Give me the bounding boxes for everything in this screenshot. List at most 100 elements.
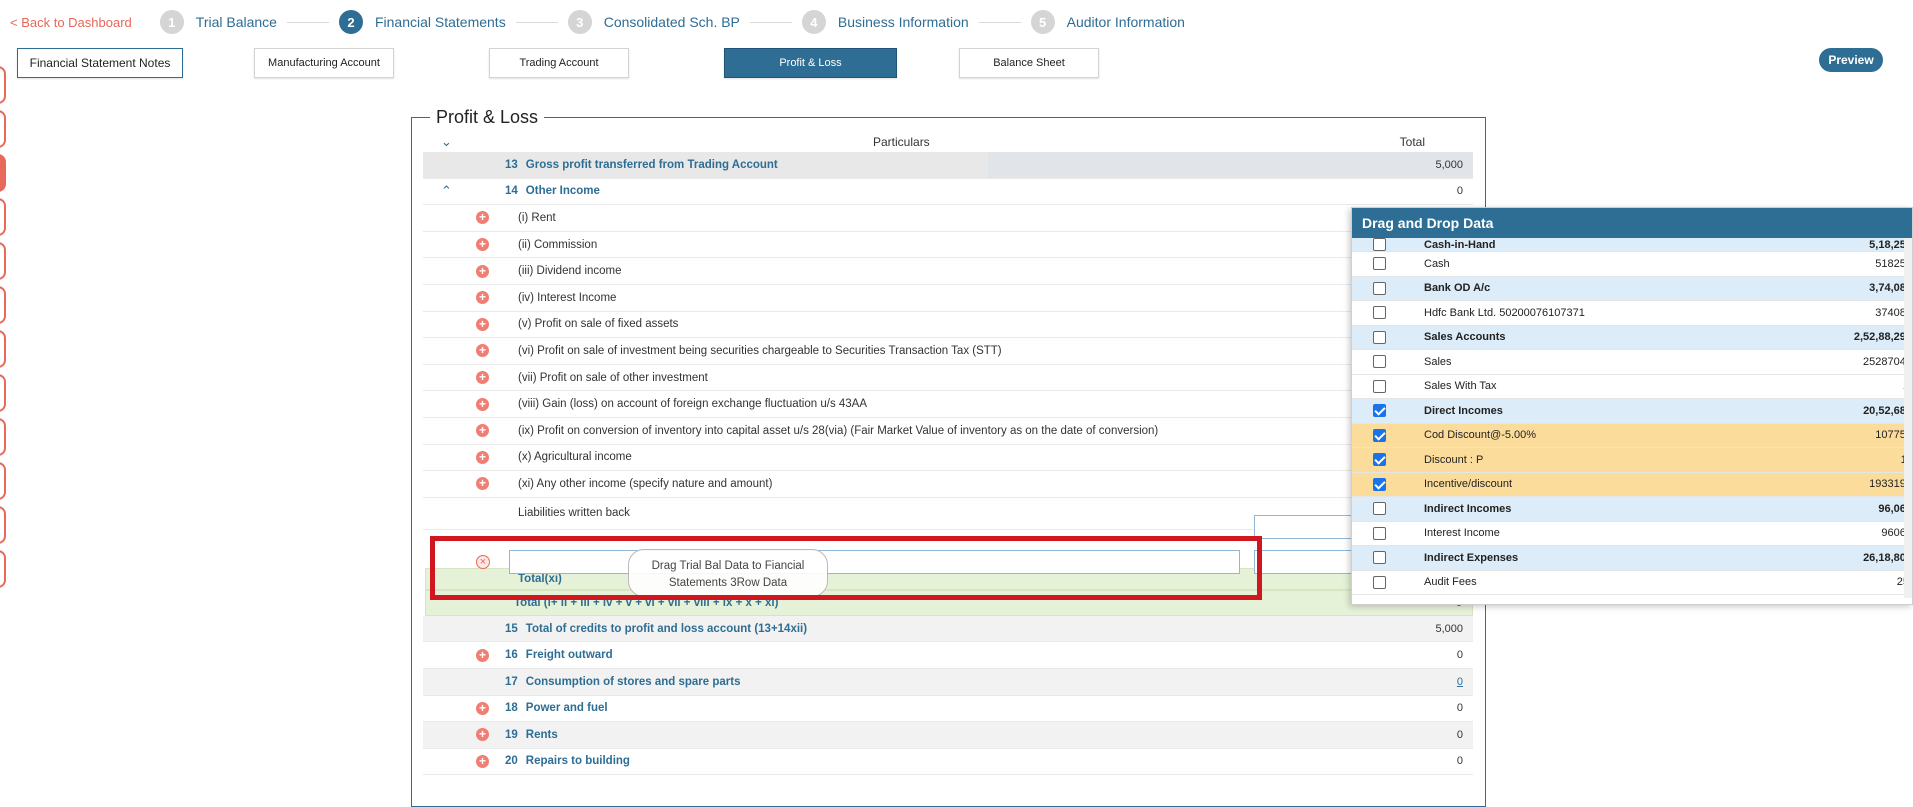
side-tab[interactable] xyxy=(0,110,6,148)
side-tab[interactable] xyxy=(0,330,6,368)
drag-drop-row[interactable]: Cod Discount@-5.00% 107753 xyxy=(1352,423,1912,448)
add-icon[interactable]: + xyxy=(476,701,489,715)
liabilities-amount-input[interactable] xyxy=(1254,515,1364,539)
item-label: Liabilities written back xyxy=(518,507,630,520)
add-icon[interactable]: + xyxy=(476,291,489,305)
drag-drop-list[interactable]: Cash-in-Hand 5,18,252 Cash 518252 Bank OD A/… xyxy=(1352,238,1912,598)
side-tab[interactable] xyxy=(0,286,6,324)
row-checkbox[interactable] xyxy=(1373,238,1386,251)
row-checkbox[interactable] xyxy=(1373,306,1386,320)
drag-drop-row[interactable]: Indirect Expenses 26,18,807 xyxy=(1352,546,1912,571)
side-tab[interactable] xyxy=(0,506,6,544)
side-tab[interactable] xyxy=(0,418,6,456)
step-label[interactable]: Financial Statements xyxy=(375,14,506,30)
row-checkbox[interactable] xyxy=(1373,551,1386,565)
add-icon[interactable]: + xyxy=(476,450,489,464)
drag-drop-row[interactable]: Cash-in-Hand 5,18,252 xyxy=(1352,238,1912,252)
tab-trading-account[interactable]: Trading Account xyxy=(489,48,629,78)
tab-financial-statement-notes[interactable]: Financial Statement Notes xyxy=(17,48,183,78)
amount-drop-input[interactable] xyxy=(1254,550,1364,574)
add-icon[interactable]: + xyxy=(476,728,489,742)
tab-balance-sheet[interactable]: Balance Sheet xyxy=(959,48,1099,78)
tab-profit-loss[interactable]: Profit & Loss xyxy=(724,48,897,78)
add-icon[interactable]: + xyxy=(476,264,489,278)
item-label: (vi) Profit on sale of investment being … xyxy=(518,344,1002,357)
drag-drop-row[interactable]: Cash 518252 xyxy=(1352,252,1912,277)
back-to-dashboard-link[interactable]: < Back to Dashboard xyxy=(10,15,132,30)
income-item: + (vii) Profit on sale of other investmen… xyxy=(423,365,1473,392)
drag-drop-row[interactable]: Sales 25287042 xyxy=(1352,350,1912,375)
chevron-down-icon[interactable]: ⌄ xyxy=(441,134,452,150)
income-item: + (x) Agricultural income xyxy=(423,445,1473,472)
add-icon[interactable]: + xyxy=(476,424,489,438)
row-repairs-building: + 20 Repairs to building 0 xyxy=(423,749,1473,776)
row-checkbox[interactable] xyxy=(1373,477,1386,491)
add-icon[interactable]: + xyxy=(476,648,489,662)
row-checkbox[interactable] xyxy=(1373,330,1386,344)
add-icon[interactable]: + xyxy=(476,371,489,385)
remove-icon[interactable]: × xyxy=(476,555,490,569)
row-value: 0 xyxy=(1456,185,1463,198)
row-checkbox[interactable] xyxy=(1373,257,1386,271)
add-icon[interactable]: + xyxy=(476,238,489,252)
side-tab[interactable] xyxy=(0,242,6,280)
row-checkbox[interactable] xyxy=(1373,281,1386,295)
particular-drop-input[interactable] xyxy=(509,550,1240,574)
add-icon[interactable]: + xyxy=(476,211,489,225)
step-label[interactable]: Business Information xyxy=(838,14,969,30)
add-icon[interactable]: + xyxy=(476,754,489,768)
add-icon[interactable]: + xyxy=(476,397,489,411)
scrollbar[interactable] xyxy=(1904,238,1912,598)
step-connector xyxy=(515,21,558,23)
add-icon[interactable]: + xyxy=(476,477,489,491)
side-tab[interactable] xyxy=(0,66,6,104)
drag-drop-row[interactable]: Hdfc Bank Ltd. 50200076107371 374083 xyxy=(1352,301,1912,326)
side-tab[interactable] xyxy=(0,198,6,236)
step-consolidated-sch-bp[interactable]: 3 Consolidated Sch. BP xyxy=(567,10,740,34)
drag-drop-row[interactable]: Audit Fees25: xyxy=(1352,571,1912,595)
step-financial-statements[interactable]: 2 Financial Statements xyxy=(338,10,506,34)
row-name: Discount : P xyxy=(1424,453,1484,466)
add-icon[interactable]: + xyxy=(476,344,489,358)
row-value-link[interactable]: 0 xyxy=(1457,676,1463,688)
row-checkbox[interactable] xyxy=(1373,575,1386,589)
preview-button[interactable]: Preview xyxy=(1819,48,1883,72)
chevron-up-icon[interactable]: ⌃ xyxy=(441,183,452,199)
drag-drop-row[interactable]: Direct Incomes 20,52,684 xyxy=(1352,399,1912,424)
drag-drop-title[interactable]: Drag and Drop Data xyxy=(1352,208,1912,238)
row-checkbox[interactable] xyxy=(1373,379,1386,393)
income-item: + (i) Rent xyxy=(423,205,1473,232)
item-label: (x) Agricultural income xyxy=(518,451,632,464)
side-tab[interactable] xyxy=(0,550,6,588)
tab-manufacturing-account[interactable]: Manufacturing Account xyxy=(254,48,394,78)
drag-drop-row[interactable]: Incentive/discount 1933191 xyxy=(1352,472,1912,497)
drag-drop-row[interactable]: Indirect Incomes 96,061 xyxy=(1352,497,1912,522)
row-name: Interest Income xyxy=(1424,527,1500,540)
step-auditor-information[interactable]: 5 Auditor Information xyxy=(1030,10,1185,34)
side-tab[interactable] xyxy=(0,462,6,500)
row-name: Indirect Incomes xyxy=(1424,502,1512,515)
drag-drop-row[interactable]: Sales Accounts 2,52,88,292 xyxy=(1352,325,1912,350)
row-checkbox[interactable] xyxy=(1373,526,1386,540)
row-rents: + 19 Rents 0 xyxy=(423,722,1473,749)
row-checkbox[interactable] xyxy=(1373,453,1386,467)
side-tab-calendar-icon[interactable] xyxy=(0,154,6,192)
drag-drop-panel[interactable]: Drag and Drop Data Cash-in-Hand 5,18,252 C… xyxy=(1351,207,1913,605)
step-business-information[interactable]: 4 Business Information xyxy=(801,10,969,34)
side-tab[interactable] xyxy=(0,374,6,412)
drag-drop-row[interactable]: Bank OD A/c 3,74,083 xyxy=(1352,276,1912,301)
step-trial-balance[interactable]: 1 Trial Balance xyxy=(159,10,277,34)
step-label[interactable]: Trial Balance xyxy=(196,14,277,30)
step-label[interactable]: Consolidated Sch. BP xyxy=(604,14,740,30)
row-checkbox[interactable] xyxy=(1373,428,1386,442)
row-checkbox[interactable] xyxy=(1373,355,1386,369)
row-checkbox[interactable] xyxy=(1373,502,1386,516)
step-label[interactable]: Auditor Information xyxy=(1067,14,1185,30)
drag-drop-row[interactable]: Sales With Tax1: xyxy=(1352,375,1912,399)
row-name: Cash xyxy=(1424,257,1450,270)
add-icon[interactable]: + xyxy=(476,317,489,331)
drag-drop-row[interactable]: Interest Income 96061 xyxy=(1352,522,1912,546)
drag-drop-row[interactable]: Discount : P11 xyxy=(1352,448,1912,473)
row-other-income: ⌃ 14 Other Income 0 xyxy=(423,179,1473,206)
row-checkbox[interactable] xyxy=(1373,404,1386,418)
